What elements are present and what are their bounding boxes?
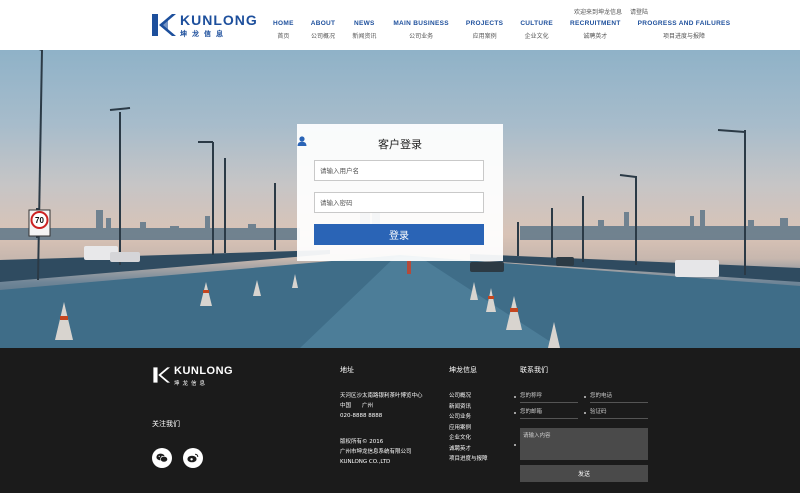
company-name-line: 广州市坤龙信息系统有限公司 <box>340 449 412 455</box>
nav-item-en: CULTURE <box>520 20 553 27</box>
nav-item-recruitment[interactable]: RECRUITMENT 诚聘英才 <box>570 20 621 40</box>
nav-item-home[interactable]: HOME 首页 <box>273 20 294 40</box>
username-input[interactable] <box>314 160 484 181</box>
phone-line: 020-8888 8888 <box>340 413 383 419</box>
speed-sign-value: 70 <box>35 216 44 225</box>
follow-us-title: 关注我们 <box>152 420 180 428</box>
contact-phone-input[interactable] <box>590 389 648 403</box>
captcha-input[interactable] <box>590 405 648 419</box>
copyright-line: 版权所有© 2016 <box>340 439 384 445</box>
footer-link-progress[interactable]: 项目进度与报障 <box>449 454 488 465</box>
footer-brand-cn-name: 坤龙信息 <box>174 381 209 387</box>
company-en-name-line: KUNLONG CO.,LTD <box>340 459 391 465</box>
weibo-button[interactable] <box>183 448 203 468</box>
top-login-link[interactable]: 请登陆 <box>630 9 648 16</box>
wechat-icon <box>156 453 168 463</box>
bullet-dot <box>584 412 586 414</box>
bullet-dot <box>514 396 516 398</box>
nav-item-about[interactable]: ABOUT 公司概况 <box>311 20 336 40</box>
address-line: 天河区沙太南路银利茶叶博览中心 <box>340 393 423 399</box>
brand-logo[interactable]: KUNLONG 坤龙信息 <box>150 12 257 38</box>
contact-send-button[interactable]: 发送 <box>520 465 648 482</box>
nav-item-zh: 新闻资讯 <box>352 33 377 40</box>
contact-email-input[interactable] <box>520 405 578 419</box>
password-input[interactable] <box>314 192 484 213</box>
hero-banner: 70 客户登录 请输入用户名 登录 <box>0 50 800 348</box>
login-panel: 客户登录 登录 <box>297 124 503 261</box>
footer-brand-name: KUNLONG <box>174 365 234 377</box>
weibo-icon <box>187 453 199 463</box>
main-nav: HOME 首页 ABOUT 公司概况 NEWS 新闻资讯 MAIN BUSINE… <box>273 20 730 40</box>
kunlong-logo-mark-icon <box>152 14 176 36</box>
footer-link-projects[interactable]: 应用案例 <box>449 423 488 434</box>
nav-item-zh: 首页 <box>277 33 290 40</box>
nav-item-zh: 诚聘英才 <box>583 33 608 40</box>
login-title-text: 客户登录 <box>378 138 422 151</box>
nav-item-en: RECRUITMENT <box>569 20 621 27</box>
footer-link-about[interactable]: 公司概况 <box>449 391 488 402</box>
contact-message-textarea[interactable] <box>520 428 648 460</box>
footer-link-news[interactable]: 新闻资讯 <box>449 402 488 413</box>
nav-item-zh: 项目进度与报障 <box>662 33 705 40</box>
nav-item-culture[interactable]: CULTURE 企业文化 <box>520 20 553 40</box>
brand-name: KUNLONG <box>180 12 258 28</box>
nav-item-zh: 公司业务 <box>409 33 434 40</box>
copyright-block: 版权所有© 2016 广州市坤龙信息系统有限公司 KUNLONG CO.,LTD <box>340 437 412 467</box>
nav-item-en: ABOUT <box>310 20 336 27</box>
footer-link-recruitment[interactable]: 诚聘英才 <box>449 444 488 455</box>
nav-item-zh: 应用案例 <box>472 33 497 40</box>
footer-logo[interactable]: KUNLONG 坤龙信息 <box>152 365 234 387</box>
nav-item-en: PROGRESS AND FAILURES <box>637 20 731 27</box>
nav-item-zh: 企业文化 <box>524 33 549 40</box>
site-header: KUNLONG 坤龙信息 欢迎来到坤龙信息 请登陆 HOME 首页 ABOUT … <box>0 0 800 50</box>
welcome-text: 欢迎来到坤龙信息 <box>574 9 623 16</box>
contact-title: 联系我们 <box>520 366 548 374</box>
nav-item-projects[interactable]: PROJECTS 应用案例 <box>466 20 503 40</box>
nav-item-progress[interactable]: PROGRESS AND FAILURES 项目进度与报障 <box>638 20 731 40</box>
contact-name-input[interactable] <box>520 389 578 403</box>
bullet-dot <box>584 396 586 398</box>
bullet-dot <box>514 412 516 414</box>
site-footer: KUNLONG 坤龙信息 关注我们 地址 天河区沙太南路银利茶叶博览中心 中国 … <box>0 348 800 493</box>
address-block: 天河区沙太南路银利茶叶博览中心 中国 广州 020-8888 8888 <box>340 391 423 421</box>
footer-link-culture[interactable]: 企业文化 <box>449 433 488 444</box>
nav-item-en: PROJECTS <box>465 20 504 27</box>
nav-item-en: MAIN BUSINESS <box>393 20 449 27</box>
nav-item-zh: 公司概况 <box>311 33 336 40</box>
footer-link-business[interactable]: 公司业务 <box>449 412 488 423</box>
brand-cn-name: 坤龙信息 <box>180 30 228 38</box>
login-button[interactable]: 登录 <box>314 224 484 245</box>
links-title: 坤龙信息 <box>449 366 477 374</box>
login-title: 客户登录 <box>297 136 503 152</box>
nav-item-en: HOME <box>273 20 294 27</box>
address-title: 地址 <box>340 366 354 374</box>
user-icon <box>297 136 307 146</box>
nav-item-en: NEWS <box>353 20 375 27</box>
footer-links: 公司概况 新闻资讯 公司业务 应用案例 企业文化 诚聘英才 项目进度与报障 <box>449 391 488 465</box>
bullet-dot <box>514 444 516 446</box>
top-links: 欢迎来到坤龙信息 请登陆 <box>574 7 648 16</box>
wechat-button[interactable] <box>152 448 172 468</box>
nav-item-news[interactable]: NEWS 新闻资讯 <box>352 20 376 40</box>
kunlong-logo-mark-icon <box>153 367 170 383</box>
nav-item-main-business[interactable]: MAIN BUSINESS 公司业务 <box>393 20 449 40</box>
address-line: 中国 广州 <box>340 403 374 409</box>
